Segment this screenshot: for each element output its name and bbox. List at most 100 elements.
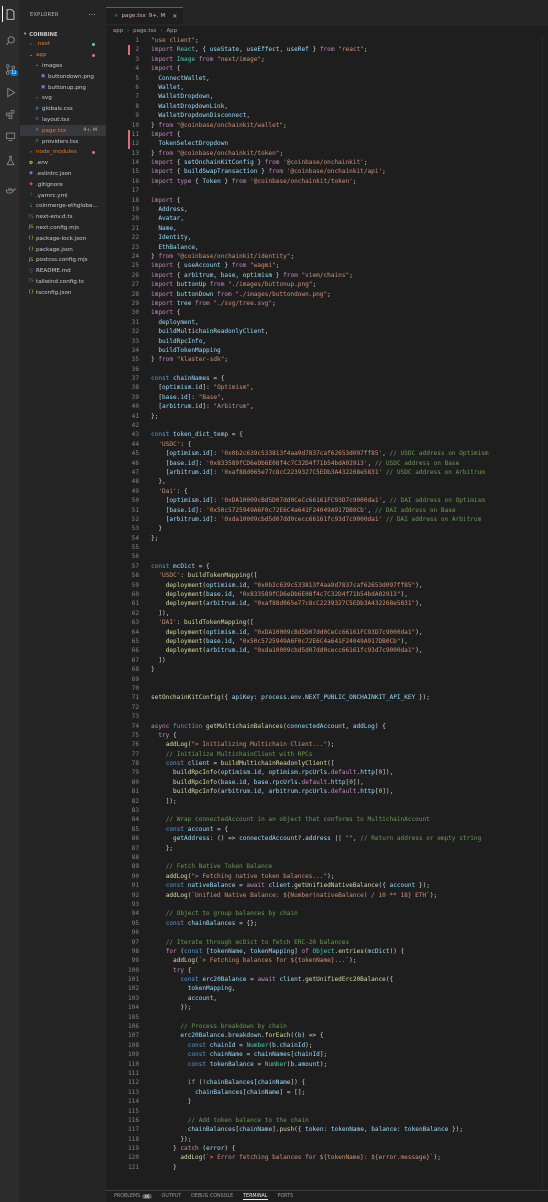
- code-line[interactable]: 101 const erc20Balance = await client.ge…: [106, 975, 548, 984]
- editor-scrollbar[interactable]: [542, 36, 548, 1190]
- code-line[interactable]: 100 try {: [106, 966, 548, 975]
- code-line[interactable]: 35} from "klaster-sdk";: [106, 355, 548, 364]
- code-line[interactable]: 69: [106, 675, 548, 684]
- code-line[interactable]: 89 // Fetch Native Token Balance: [106, 862, 548, 871]
- code-line[interactable]: 103 account,: [106, 994, 548, 1003]
- code-line[interactable]: 49 'Dai': {: [106, 487, 548, 496]
- code-line[interactable]: 116 // Add token balance to the chain: [106, 1116, 548, 1125]
- code-line[interactable]: 97 // Iterate through mcDict to fetch ER…: [106, 938, 548, 947]
- code-line[interactable]: 105: [106, 1013, 548, 1022]
- code-editor[interactable]: 1 "use client"; 2 import React, { useState,…: [106, 36, 548, 1186]
- code-line[interactable]: 36: [106, 365, 548, 374]
- tab-page-tsx[interactable]: ⚛ page.tsx 9+, M ×: [106, 7, 184, 24]
- tree-item[interactable]: ⚛ providers.tsx: [20, 136, 106, 147]
- project-root[interactable]: ▾ COINBINE: [20, 30, 106, 39]
- code-line[interactable]: 12 TokenSelectDropdown: [106, 139, 548, 149]
- tree-item[interactable]: ⚙ .env: [20, 158, 106, 169]
- code-line[interactable]: 120 addLog(`> Error fetching balances fo…: [106, 1153, 548, 1162]
- explorer-icon[interactable]: [2, 6, 18, 22]
- code-line[interactable]: 82 ]);: [106, 797, 548, 806]
- tree-item[interactable]: ◆ .gitignore: [20, 179, 106, 190]
- code-line[interactable]: 78 const client = buildMultichainReadonl…: [106, 759, 548, 768]
- close-icon[interactable]: ×: [172, 13, 177, 20]
- code-line[interactable]: 96: [106, 928, 548, 937]
- breadcrumb-item[interactable]: page.tsx: [133, 28, 156, 34]
- code-line[interactable]: 42: [106, 421, 548, 430]
- code-line[interactable]: 15 import { buildSwapTransaction } from '…: [106, 167, 548, 176]
- panel-tab-problems[interactable]: PROBLEMS 46: [114, 1194, 152, 1199]
- code-line[interactable]: 20 Avatar,: [106, 214, 548, 223]
- code-line[interactable]: 59 deployment(optimism.id, "0x0b2c639c53…: [106, 581, 548, 590]
- tree-item[interactable]: ⚛ layout.tsx: [20, 115, 106, 126]
- code-line[interactable]: 29 import tree from "./svg/tree.svg";: [106, 299, 548, 308]
- code-line[interactable]: 5 ConnectWallet,: [106, 74, 548, 83]
- tree-item[interactable]: ⌄ app: [20, 50, 106, 61]
- code-line[interactable]: 81 buildRpcInfo(arbitrum.id, arbitrum.rp…: [106, 787, 548, 796]
- code-line[interactable]: 95 const chainBalances = {};: [106, 919, 548, 928]
- panel-tab-terminal[interactable]: TERMINAL: [243, 1194, 268, 1200]
- code-line[interactable]: 88: [106, 853, 548, 862]
- code-line[interactable]: 31 deployment,: [106, 318, 548, 327]
- code-line[interactable]: 92 addLog(`Unified Native Balance: ${Num…: [106, 891, 548, 900]
- tree-item[interactable]: TS next-env.d.ts: [20, 212, 106, 223]
- code-line[interactable]: 85 const account = {: [106, 825, 548, 834]
- code-line[interactable]: 28 import buttonDown from "./images/butto…: [106, 290, 548, 299]
- code-line[interactable]: 8 WalletDropdownLink,: [106, 102, 548, 111]
- code-line[interactable]: 110 const tokenBalance = Number(b.amount…: [106, 1060, 548, 1069]
- code-line[interactable]: 41};: [106, 412, 548, 421]
- code-line[interactable]: 83: [106, 806, 548, 815]
- code-line[interactable]: 21 Name,: [106, 224, 548, 233]
- code-line[interactable]: 3 import Image from "next/image";: [106, 55, 548, 64]
- code-line[interactable]: 109 const chainName = chainNames[chainId…: [106, 1050, 548, 1059]
- panel-tab-ports[interactable]: PORTS: [278, 1194, 294, 1199]
- code-line[interactable]: 93: [106, 900, 548, 909]
- code-line[interactable]: 99 addLog(`> Fetching balances for ${tok…: [106, 956, 548, 965]
- code-line[interactable]: 106 // Process breakdown by chain: [106, 1022, 548, 1031]
- code-line[interactable]: 22 Identity,: [106, 233, 548, 242]
- code-line[interactable]: 114 }: [106, 1097, 548, 1106]
- code-line[interactable]: 73: [106, 712, 548, 721]
- code-line[interactable]: 87 };: [106, 844, 548, 853]
- code-line[interactable]: 27 import buttonUp from "./images/buttonu…: [106, 280, 548, 289]
- search-icon[interactable]: [2, 32, 18, 48]
- testing-icon[interactable]: [2, 152, 18, 168]
- code-line[interactable]: 91 const nativeBalance = await client.ge…: [106, 881, 548, 890]
- code-line[interactable]: 7 WalletDropdown,: [106, 92, 548, 101]
- code-line[interactable]: 60 deployment(base.id, "0x833589fCD6eDb6…: [106, 590, 548, 599]
- code-line[interactable]: 34 buildTokenMapping: [106, 346, 548, 355]
- code-line[interactable]: 14 import { setOnchainKitConfig } from '@…: [106, 158, 548, 167]
- code-line[interactable]: 108 const chainId = Number(b.chainId);: [106, 1041, 548, 1050]
- code-line[interactable]: 53 }: [106, 524, 548, 533]
- code-line[interactable]: 1 "use client";: [106, 36, 548, 45]
- code-line[interactable]: 61 deployment(arbitrum.id, "0xaf88d065e7…: [106, 599, 548, 608]
- code-line[interactable]: 32 buildMultichainReadonlyClient,: [106, 327, 548, 336]
- code-line[interactable]: 64 deployment(optimism.id, "0xDA10009cBd…: [106, 628, 548, 637]
- code-line[interactable]: 113 chainBalances[chainName] = [];: [106, 1088, 548, 1097]
- code-line[interactable]: 54};: [106, 534, 548, 543]
- code-line[interactable]: 17: [106, 186, 548, 195]
- tree-item[interactable]: › node_modules: [20, 147, 106, 158]
- code-line[interactable]: 80 buildRpcInfo(base.id, base.rpcUrls.de…: [106, 778, 548, 787]
- code-line[interactable]: 86 getAddress: () => connectedAccount?.a…: [106, 834, 548, 843]
- code-line[interactable]: 30 import {: [106, 308, 548, 317]
- tree-item[interactable]: ◉ .eslintrc.json: [20, 169, 106, 180]
- tree-item[interactable]: ! .yarnrc.yml: [20, 190, 106, 201]
- code-line[interactable]: 48 },: [106, 477, 548, 486]
- code-line[interactable]: 94 // Object to group balances by chain: [106, 909, 548, 918]
- code-line[interactable]: 44 'USDC': {: [106, 440, 548, 449]
- code-line[interactable]: 118 });: [106, 1135, 548, 1144]
- code-line[interactable]: 2 import React, { useState, useEffect, us…: [106, 45, 548, 55]
- tree-item[interactable]: {} tsconfig.json: [20, 287, 106, 298]
- code-line[interactable]: 112 if (!chainBalances[chainName]) {: [106, 1078, 548, 1087]
- code-line[interactable]: 18 import {: [106, 196, 548, 205]
- code-line[interactable]: 102 tokenMapping,: [106, 984, 548, 993]
- code-line[interactable]: 65 deployment(base.id, "0x50c5725949A6F0…: [106, 637, 548, 646]
- code-line[interactable]: 16 import type { Token } from '@coinbase/…: [106, 177, 548, 186]
- code-line[interactable]: 66 deployment(arbitrum.id, "0xda10009cbd…: [106, 646, 548, 655]
- code-line[interactable]: 52 [arbitrum.id]: '0xda10009cbd5d07dd0ce…: [106, 515, 548, 524]
- code-line[interactable]: 46 [base.id]: '0x833589fCD6eDb6E08f4c7C3…: [106, 459, 548, 468]
- tree-item[interactable]: ▣ buttondown.png: [20, 71, 106, 82]
- code-line[interactable]: 70: [106, 684, 548, 693]
- code-line[interactable]: 76 addLog("> Initializing Multichain Cli…: [106, 740, 548, 749]
- code-line[interactable]: 40 [arbitrum.id]: "Arbitrum",: [106, 402, 548, 411]
